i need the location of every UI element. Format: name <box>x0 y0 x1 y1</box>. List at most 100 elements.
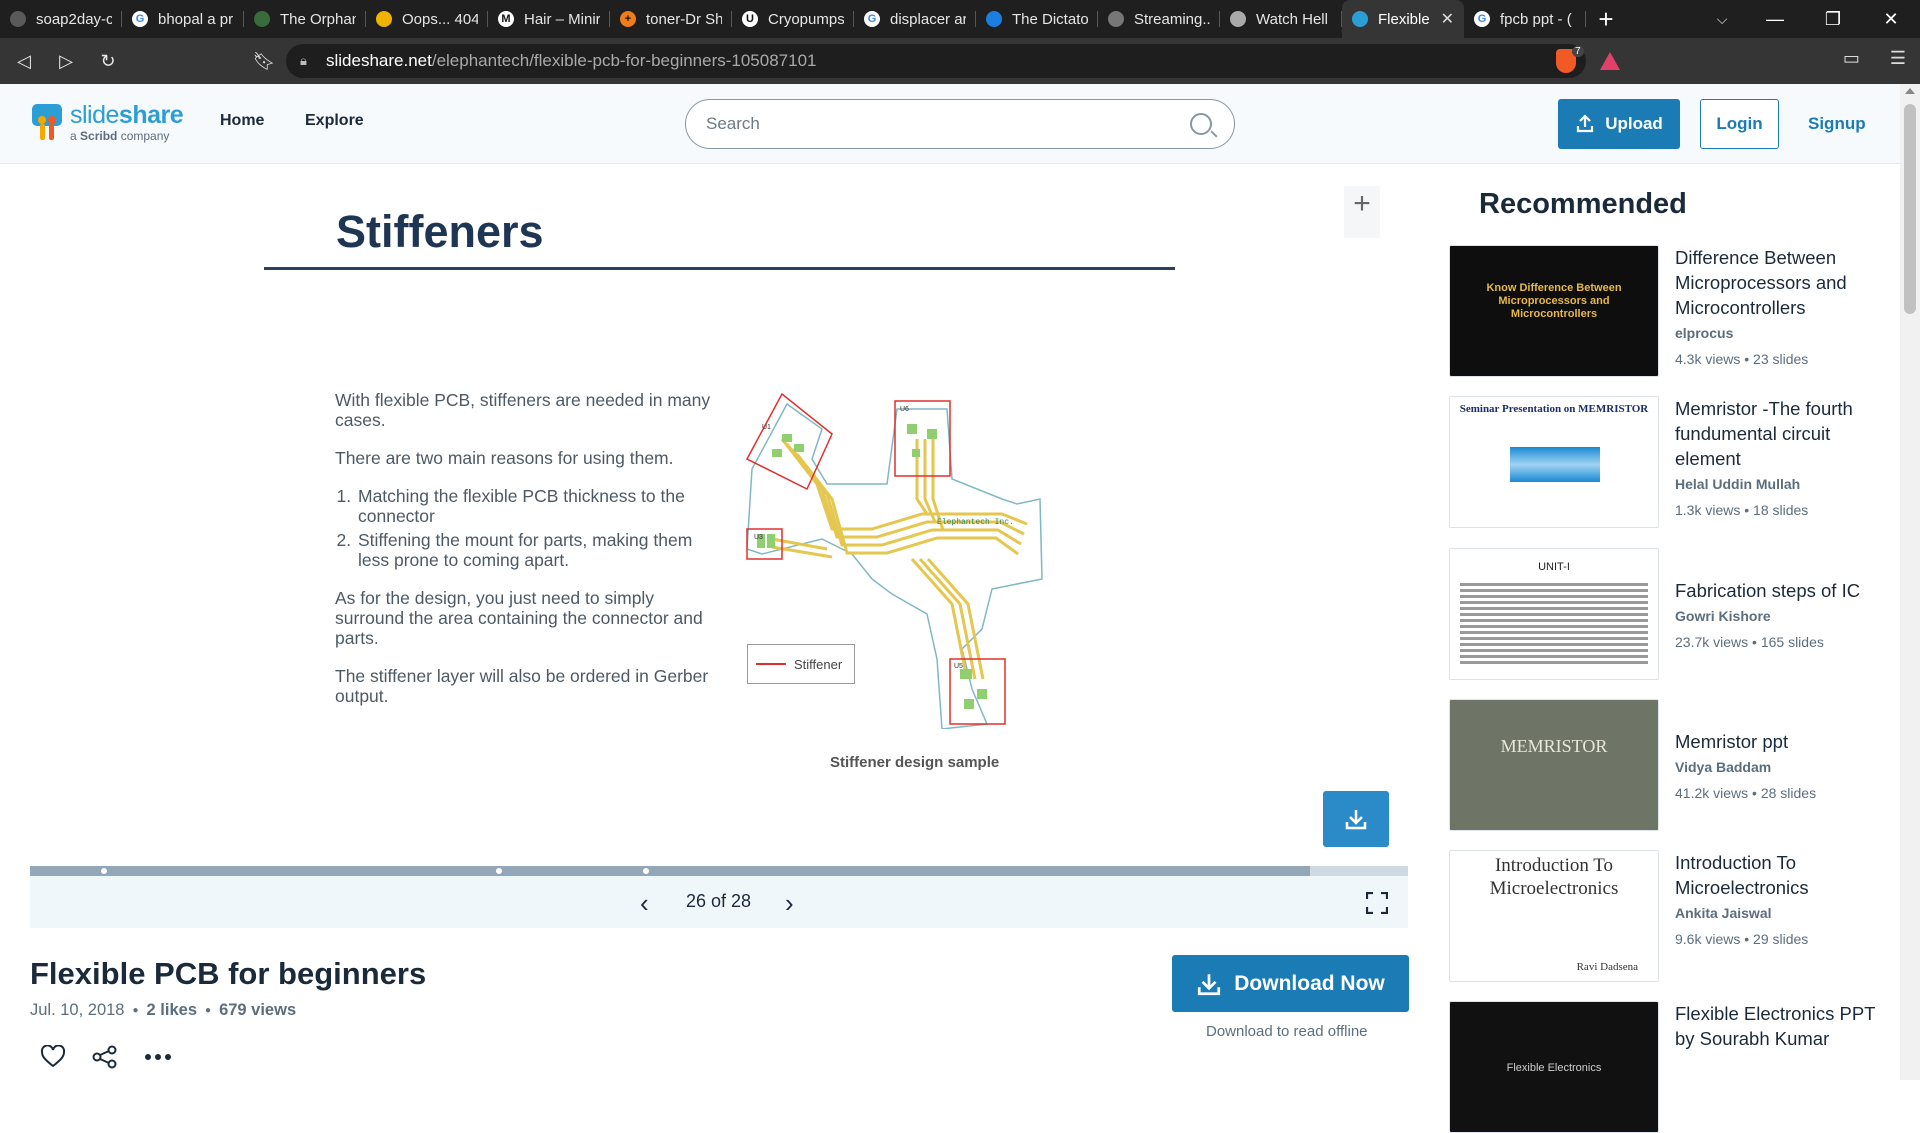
recommended-title[interactable]: Flexible Electronics PPT by Sourabh Kuma… <box>1675 1001 1889 1051</box>
close-window-icon[interactable]: ✕ <box>1862 0 1920 38</box>
recommended-thumbnail[interactable]: Know Difference Between Microprocessors … <box>1449 245 1659 377</box>
nav-explore[interactable]: Explore <box>305 112 364 130</box>
progress-marker[interactable] <box>101 868 107 874</box>
tab-title: Oops... 404 <box>402 10 478 28</box>
recommended-thumbnail[interactable]: UNIT-I <box>1449 548 1659 680</box>
slide-download-button[interactable] <box>1323 791 1389 847</box>
new-tab-icon[interactable]: + <box>1586 0 1626 38</box>
back-icon[interactable]: ◁ <box>6 43 42 79</box>
search-icon[interactable] <box>1190 113 1212 135</box>
likes-count: 2 likes <box>146 1001 198 1019</box>
browser-tab[interactable]: Oops... 404 <box>366 0 488 38</box>
browser-tab[interactable]: Streaming... <box>1098 0 1220 38</box>
slide-paragraph: As for the design, you just need to simp… <box>335 588 703 648</box>
forward-icon[interactable]: ▷ <box>48 43 84 79</box>
slideshare-logo[interactable]: slideshare a Scribd company <box>30 102 184 143</box>
slide-body-text: With flexible PCB, stiffeners are needed… <box>335 390 715 724</box>
tab-title: toner-Dr Sh <box>646 10 722 28</box>
tab-title: Hair – Minir <box>524 10 600 28</box>
restore-icon[interactable]: ❐ <box>1804 0 1862 38</box>
browser-tab[interactable]: U Cryopumps <box>732 0 854 38</box>
browser-tab[interactable]: Gfpcb ppt - ( <box>1464 0 1586 38</box>
page-scrollbar[interactable] <box>1900 84 1920 1080</box>
recommended-item[interactable]: UNIT-I Fabrication steps of IC Gowri Kisho… <box>1449 548 1895 680</box>
recommended-thumbnail[interactable]: Flexible Electronics <box>1449 1001 1659 1133</box>
search-input[interactable] <box>706 114 1166 134</box>
upload-button[interactable]: Upload <box>1558 99 1680 149</box>
stiffener-legend: Stiffener <box>747 644 855 684</box>
share-icon[interactable] <box>92 1045 118 1069</box>
slide-progress-bar[interactable] <box>30 866 1408 876</box>
nav-home[interactable]: Home <box>220 112 264 130</box>
signup-link[interactable]: Signup <box>1808 114 1866 134</box>
tab-favicon-icon <box>986 11 1002 27</box>
close-tab-icon[interactable]: ✕ <box>1441 9 1454 29</box>
recommended-thumbnail[interactable]: MEMRISTOR <box>1449 699 1659 831</box>
recommended-item[interactable]: MEMRISTOR Memristor ppt Vidya Baddam 41.2k … <box>1449 699 1895 831</box>
bookmark-icon[interactable]: 🔖︎ <box>246 43 282 79</box>
recommended-author[interactable]: Vidya Baddam <box>1675 758 1889 776</box>
recommended-item[interactable]: Know Difference Between Microprocessors … <box>1449 245 1895 377</box>
browser-tab[interactable]: + toner-Dr Sh <box>610 0 732 38</box>
recommended-item[interactable]: Seminar Presentation on MEMRISTOR Memrist… <box>1449 396 1895 528</box>
browser-tab-strip: soap2day-c Gbhopal a pr The Orphan Oops... … <box>0 0 1920 38</box>
recommended-stats: 1.3k views • 18 slides <box>1675 502 1809 518</box>
browser-tab[interactable]: The Orphan <box>244 0 366 38</box>
recommended-author[interactable]: Ankita Jaiswal <box>1675 904 1889 922</box>
browser-tab[interactable]: Gdisplacer ar <box>854 0 976 38</box>
recommended-title[interactable]: Difference Between Microprocessors and M… <box>1675 245 1889 320</box>
reload-icon[interactable]: ↻ <box>90 43 126 79</box>
progress-marker[interactable] <box>496 868 502 874</box>
tab-favicon-icon <box>1108 11 1124 27</box>
recommended-author[interactable]: elprocus <box>1675 324 1889 342</box>
browser-tab[interactable]: The Dictato <box>976 0 1098 38</box>
fullscreen-icon[interactable] <box>1366 892 1388 914</box>
address-bar[interactable]: 🔒︎ slideshare.net/elephantech/flexible-p… <box>286 44 1586 78</box>
scroll-up-arrow-icon[interactable] <box>1905 88 1915 94</box>
download-now-button[interactable]: Download Now <box>1172 955 1409 1012</box>
more-options-icon[interactable] <box>144 1053 172 1061</box>
recommended-author[interactable]: Gowri Kishore <box>1675 607 1889 625</box>
browser-tab[interactable]: soap2day-c <box>0 0 122 38</box>
like-heart-icon[interactable] <box>40 1045 66 1069</box>
brave-rewards-icon[interactable] <box>1600 52 1620 70</box>
thumbnail-text: Introduction To Microelectronics <box>1489 855 1619 899</box>
recommended-title[interactable]: Introduction To Microelectronics <box>1675 850 1889 900</box>
tab-favicon-icon: G <box>132 11 148 27</box>
tab-favicon-icon: G <box>864 11 880 27</box>
save-slide-plus-icon[interactable]: + <box>1344 186 1380 238</box>
browser-tab[interactable]: Watch Hell <box>1220 0 1342 38</box>
thumbnail-text: Flexible Electronics <box>1506 1062 1602 1074</box>
progress-marker[interactable] <box>643 868 649 874</box>
minimize-icon[interactable]: — <box>1746 0 1804 38</box>
upload-label: Upload <box>1605 114 1663 133</box>
recommended-thumbnail[interactable]: Seminar Presentation on MEMRISTOR <box>1449 396 1659 528</box>
thumbnail-text: Know Difference Between Microprocessors … <box>1486 282 1622 321</box>
tab-favicon-icon: G <box>1474 11 1490 27</box>
window-controls: — ❐ ✕ <box>1746 0 1920 38</box>
scrollbar-thumb[interactable] <box>1904 104 1916 314</box>
browser-tab[interactable]: Gbhopal a pr <box>122 0 244 38</box>
recommended-author[interactable]: Helal Uddin Mullah <box>1675 475 1889 493</box>
browser-tab[interactable]: M Hair – Minir <box>488 0 610 38</box>
recommended-item[interactable]: Introduction To Microelectronics Ravi Dad… <box>1449 850 1895 982</box>
recommended-thumbnail[interactable]: Introduction To Microelectronics Ravi Dad… <box>1449 850 1659 982</box>
previous-slide-icon[interactable]: ‹ <box>640 888 649 919</box>
recommended-stats: 23.7k views • 165 slides <box>1675 634 1824 650</box>
menu-icon[interactable]: ☰ <box>1890 48 1906 69</box>
recommended-title[interactable]: Memristor ppt <box>1675 729 1889 754</box>
next-slide-icon[interactable]: › <box>785 888 794 919</box>
recommended-title[interactable]: Memristor -The fourth fundumental circui… <box>1675 396 1889 471</box>
tab-favicon-icon <box>1230 11 1246 27</box>
tab-favicon-icon <box>1352 11 1368 27</box>
recommended-title[interactable]: Fabrication steps of IC <box>1675 578 1889 603</box>
login-button[interactable]: Login <box>1700 99 1779 149</box>
browser-tab[interactable]: Flexible ✕ <box>1342 0 1464 38</box>
download-icon <box>1345 810 1367 830</box>
document-actions <box>40 1045 172 1069</box>
logo-subtitle: a Scribd company <box>70 128 170 143</box>
wallet-icon[interactable]: ▭ <box>1843 48 1860 69</box>
pcb-text: Elephantech Inc. <box>937 518 1014 527</box>
recommended-item[interactable]: Flexible Electronics Flexible Electronics… <box>1449 1001 1895 1133</box>
tab-search-chevron-icon[interactable]: ⌵ <box>1702 0 1742 38</box>
